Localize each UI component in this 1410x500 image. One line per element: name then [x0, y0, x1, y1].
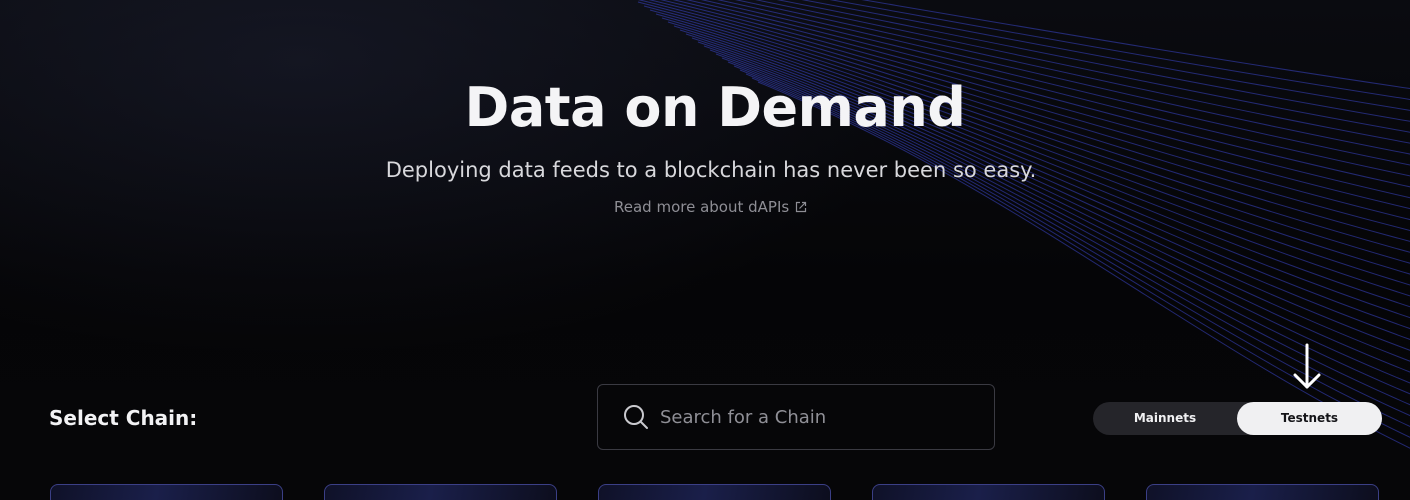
dapis-page: Data on Demand Deploying data feeds to a… [0, 0, 1410, 500]
testnets-option[interactable]: Testnets [1237, 402, 1382, 435]
chain-card-list [0, 484, 1410, 500]
wave-line [667, 21, 1410, 286]
chain-card[interactable] [872, 484, 1105, 500]
wave-line [661, 17, 1410, 275]
external-link-icon [796, 201, 807, 213]
chain-search-input[interactable] [658, 405, 982, 429]
select-chain-label: Select Chain: [49, 406, 198, 430]
chain-card[interactable] [598, 484, 831, 500]
search-icon [624, 405, 648, 429]
read-more-label: Read more about dAPIs [614, 198, 790, 216]
chain-card[interactable] [50, 484, 283, 500]
chain-card[interactable] [324, 484, 557, 500]
page-title: Data on Demand [464, 76, 966, 139]
arrow-down-icon [1293, 343, 1321, 389]
wave-line [655, 13, 1410, 264]
mainnets-option[interactable]: Mainnets [1093, 402, 1237, 435]
chain-search-box[interactable] [597, 384, 995, 450]
chain-card[interactable] [1146, 484, 1379, 500]
page-subtitle: Deploying data feeds to a blockchain has… [385, 158, 1037, 182]
read-more-link[interactable]: Read more about dAPIs [614, 197, 807, 217]
network-toggle: Mainnets Testnets [1093, 402, 1382, 435]
